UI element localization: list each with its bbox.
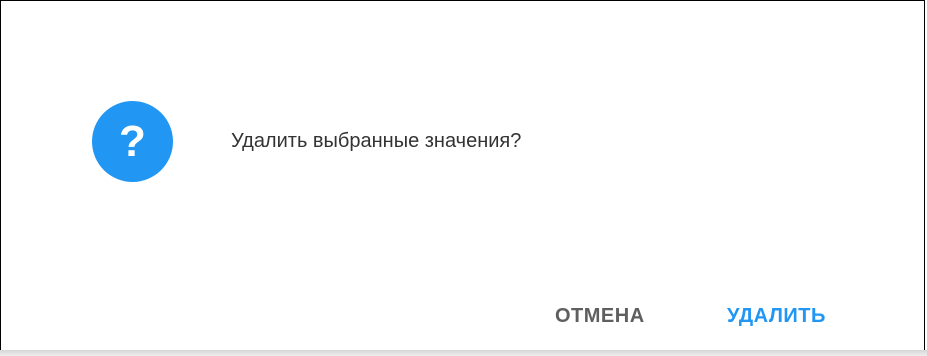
delete-button[interactable]: УДАЛИТЬ (727, 300, 826, 332)
question-icon-glyph: ? (119, 116, 146, 166)
cancel-button[interactable]: ОТМЕНА (555, 300, 645, 332)
dialog-bottom-shadow (0, 350, 927, 356)
dialog-message: Удалить выбранные значения? (231, 130, 522, 152)
confirm-dialog: ? Удалить выбранные значения? ОТМЕНА УДА… (0, 0, 925, 350)
question-icon: ? (92, 101, 173, 182)
